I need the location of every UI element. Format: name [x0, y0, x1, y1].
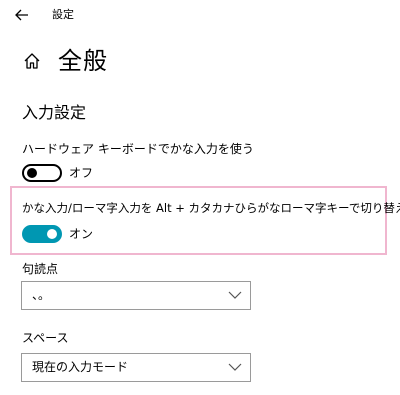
punctuation-dropdown[interactable]: 、。	[21, 281, 251, 310]
toggle-knob	[47, 229, 57, 239]
chevron-down-icon	[228, 291, 242, 299]
punctuation-label: 句読点	[22, 262, 59, 276]
back-button[interactable]	[10, 4, 34, 26]
hardware-kana-label: ハードウェア キーボードでかな入力を使う	[22, 142, 254, 156]
space-dropdown[interactable]: 現在の入力モード	[21, 353, 251, 382]
toggle-knob	[27, 168, 37, 178]
hardware-kana-state: オフ	[69, 166, 94, 180]
section-title-input-settings: 入力設定	[22, 103, 87, 122]
highlight-frame	[10, 186, 387, 255]
page-header: 全般	[22, 44, 108, 78]
kana-romaji-switch-toggle[interactable]	[22, 225, 62, 243]
kana-romaji-switch-state: オン	[69, 227, 94, 241]
title-bar: 設定	[0, 0, 400, 32]
space-label: スペース	[22, 331, 69, 345]
window-title: 設定	[52, 8, 74, 21]
page-title: 全般	[58, 47, 108, 75]
space-selected-value: 現在の入力モード	[32, 360, 129, 374]
punctuation-selected-value: 、。	[32, 288, 51, 302]
kana-romaji-switch-label: かな入力/ローマ字入力を Alt + カタカナひらがなローマ字キーで切り替える	[22, 201, 400, 215]
home-icon[interactable]	[22, 51, 42, 71]
arrow-left-icon	[15, 9, 28, 21]
hardware-kana-toggle[interactable]	[22, 164, 62, 182]
chevron-down-icon	[228, 363, 242, 371]
